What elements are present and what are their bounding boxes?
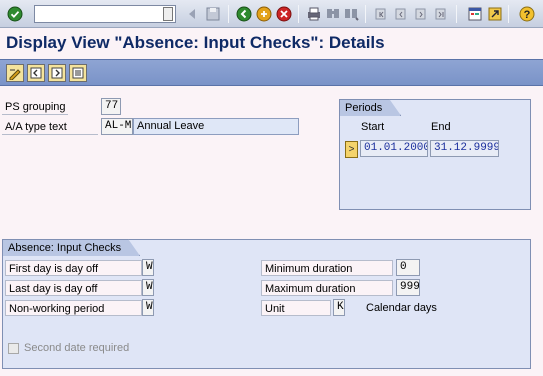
ps-grouping-field[interactable]: 77 — [101, 98, 121, 115]
page-title: Display View "Absence: Input Checks": De… — [6, 33, 385, 52]
last-day-off-label: Last day is day off — [5, 280, 142, 296]
aa-type-code-field[interactable]: AL-M — [101, 118, 133, 135]
periods-start-header: Start — [361, 121, 385, 133]
print-icon[interactable] — [305, 5, 323, 23]
periods-group: Periods Start End > 01.01.2000 31.12.999… — [339, 99, 531, 210]
cancel-icon[interactable] — [275, 5, 293, 23]
command-field[interactable] — [34, 5, 176, 23]
variable-list-icon[interactable] — [69, 64, 87, 82]
svg-text:?: ? — [524, 9, 531, 21]
system-toolbar: ? — [0, 0, 543, 28]
display-change-icon[interactable] — [6, 64, 24, 82]
first-day-off-field[interactable]: W — [142, 259, 154, 276]
input-checks-group-title: Absence: Input Checks — [2, 239, 140, 256]
max-duration-field[interactable]: 999 — [396, 279, 420, 296]
unit-text: Calendar days — [366, 302, 437, 314]
first-page-icon[interactable] — [372, 5, 390, 23]
previous-entry-icon[interactable] — [27, 64, 45, 82]
max-duration-label: Maximum duration — [261, 280, 393, 296]
min-duration-label: Minimum duration — [261, 260, 393, 276]
back-arrow-icon[interactable] — [183, 5, 201, 23]
help-icon[interactable]: ? — [518, 5, 536, 23]
shortcut-icon[interactable] — [486, 5, 504, 23]
last-page-icon[interactable] — [432, 5, 450, 23]
new-session-icon[interactable] — [466, 5, 484, 23]
periods-group-title: Periods — [339, 99, 401, 116]
input-checks-group: Absence: Input Checks First day is day o… — [2, 239, 531, 369]
last-day-off-field[interactable]: W — [142, 279, 154, 296]
aa-type-text-field: Annual Leave — [133, 118, 299, 135]
save-icon[interactable] — [204, 5, 222, 23]
enter-icon[interactable] — [6, 5, 24, 23]
unit-label: Unit — [261, 300, 331, 316]
period-end-field[interactable]: 31.12.9999 — [430, 140, 499, 157]
second-date-checkbox[interactable] — [8, 343, 19, 354]
period-start-field[interactable]: 01.01.2000 — [360, 140, 428, 157]
first-day-off-label: First day is day off — [5, 260, 142, 276]
min-duration-field[interactable]: 0 — [396, 259, 420, 276]
previous-page-icon[interactable] — [392, 5, 410, 23]
back-icon[interactable] — [235, 5, 253, 23]
find-next-icon[interactable] — [342, 5, 360, 23]
command-dropdown-icon[interactable] — [163, 7, 173, 21]
next-page-icon[interactable] — [412, 5, 430, 23]
exit-icon[interactable] — [255, 5, 273, 23]
nonworking-period-label: Non-working period — [5, 300, 142, 316]
nonworking-period-field[interactable]: W — [142, 299, 154, 316]
find-icon[interactable] — [324, 5, 342, 23]
second-date-label: Second date required — [24, 342, 130, 354]
ps-grouping-label: PS grouping — [2, 99, 68, 115]
aa-type-label: A/A type text — [2, 119, 98, 135]
application-toolbar — [0, 59, 543, 86]
next-entry-icon[interactable] — [48, 64, 66, 82]
row-selector-button[interactable]: > — [345, 141, 358, 158]
unit-field[interactable]: K — [333, 299, 345, 316]
periods-end-header: End — [431, 121, 451, 133]
